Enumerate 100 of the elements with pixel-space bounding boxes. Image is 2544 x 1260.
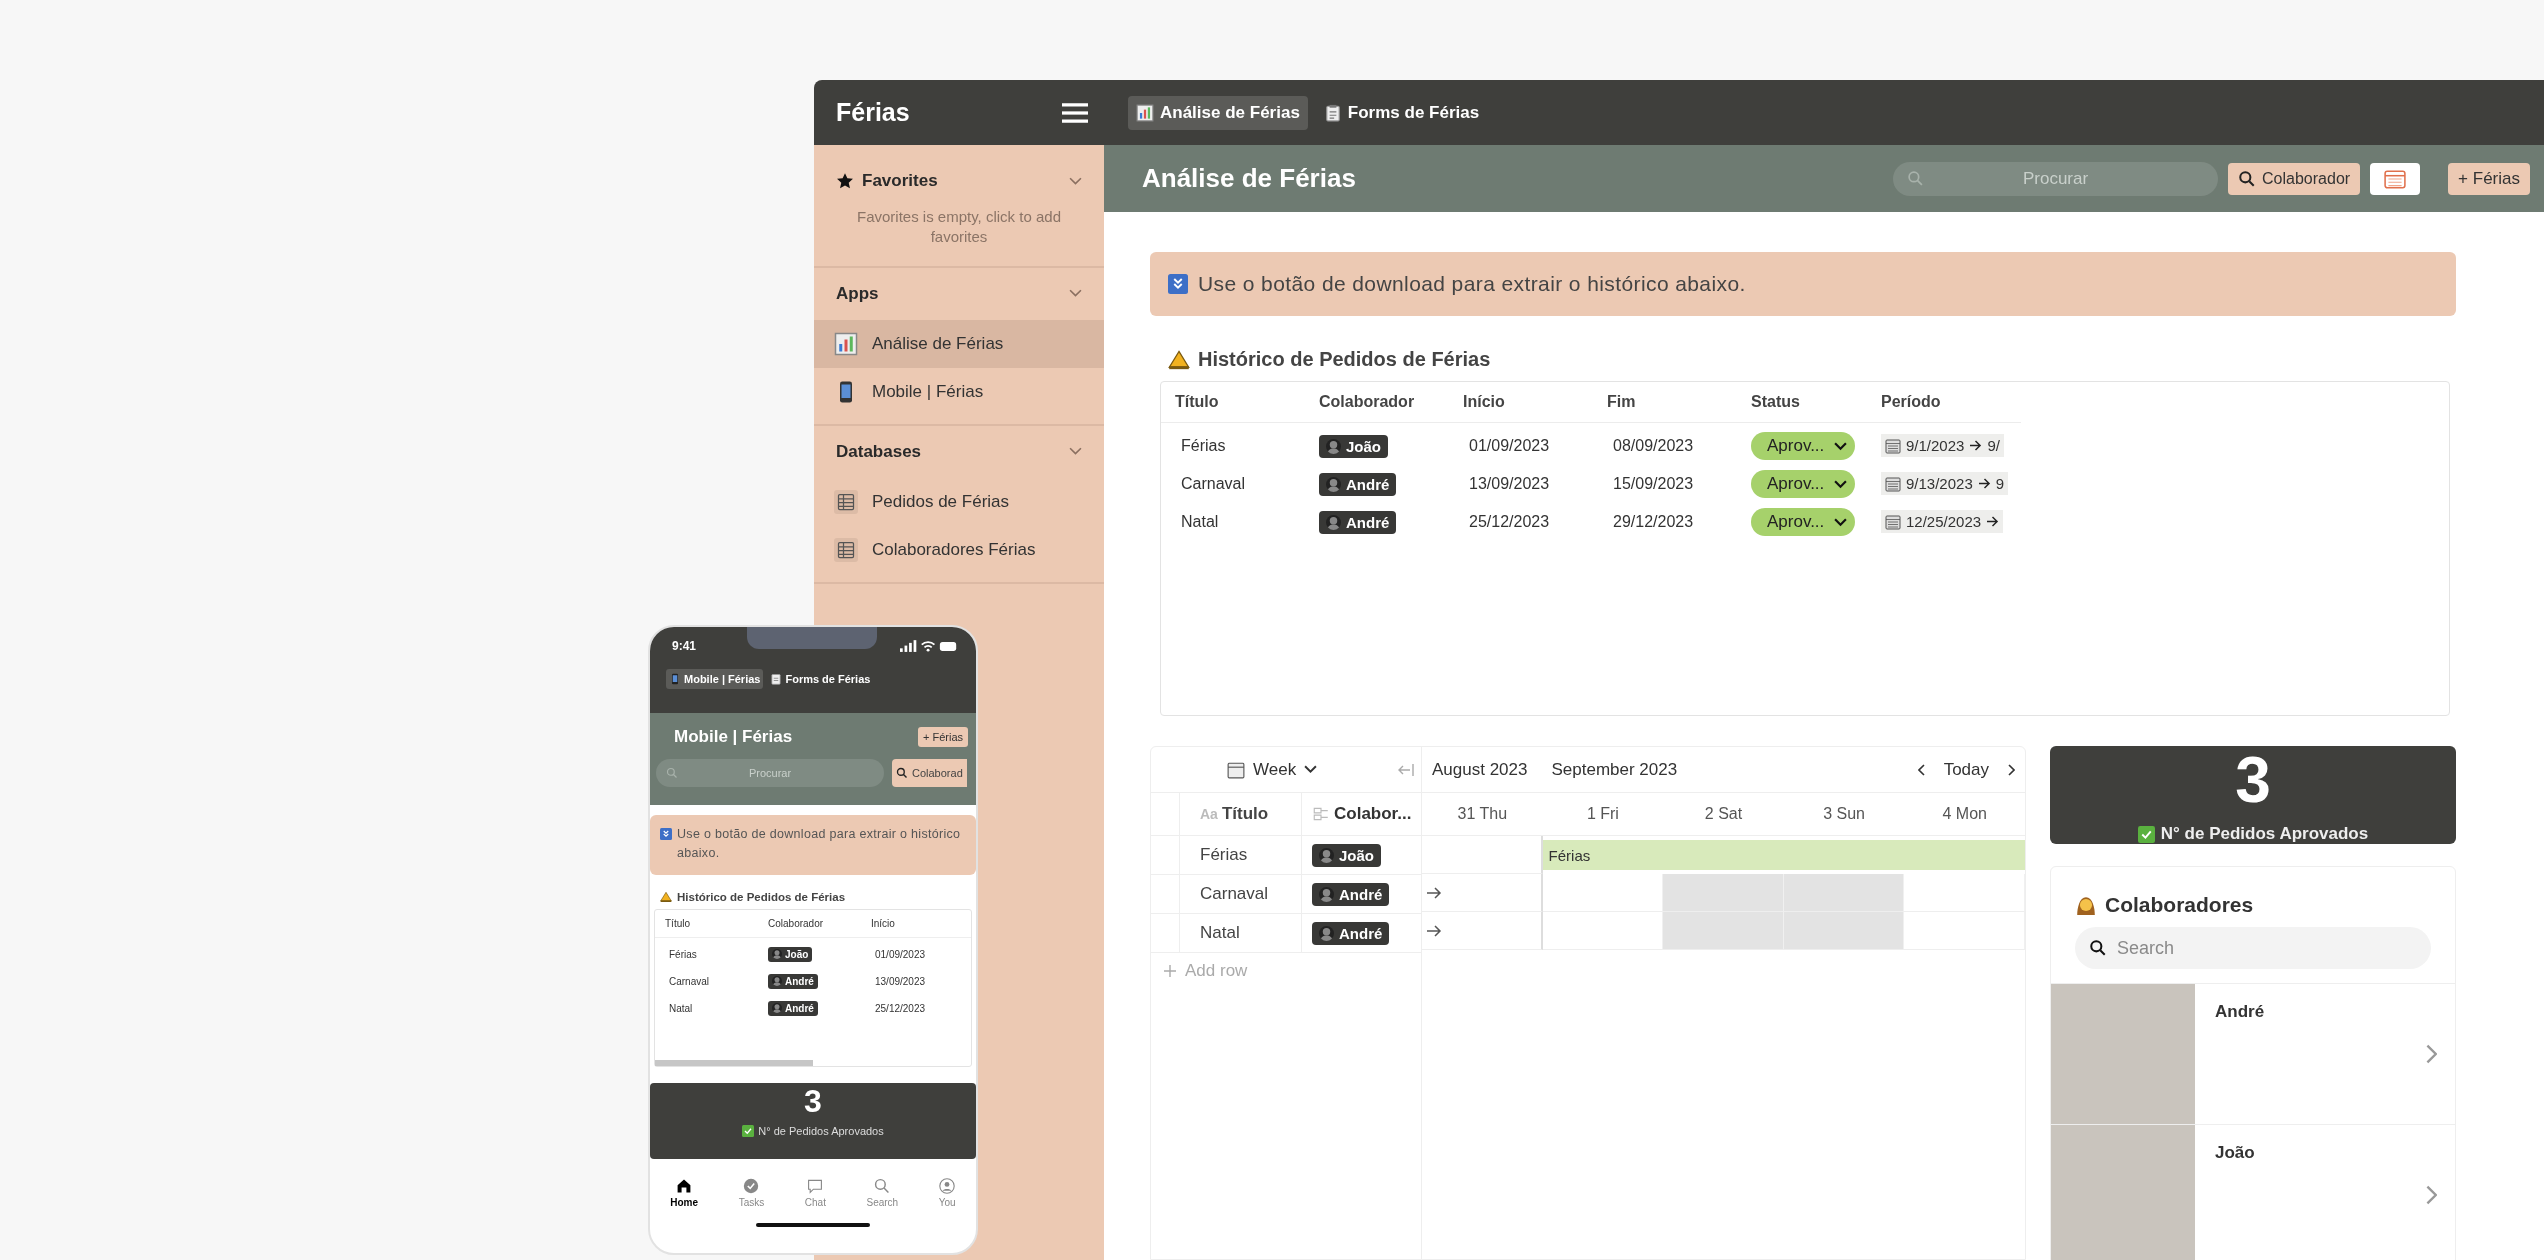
month-label: September 2023 (1551, 759, 1678, 780)
day-cell[interactable] (1542, 912, 1664, 950)
column-header[interactable]: Colaborador (1305, 393, 1449, 411)
chevron-right-icon[interactable] (2425, 1044, 2437, 1064)
table-icon (834, 489, 858, 514)
day-label: 1 Fri (1585, 805, 1620, 823)
section-title[interactable]: Favorites (862, 171, 1061, 191)
sidebar-item[interactable]: Pedidos de Férias (814, 477, 1104, 526)
day-cell[interactable] (1422, 874, 1543, 912)
timeline-bar[interactable]: Férias (1542, 840, 2025, 870)
column-header[interactable]: Aa Título (1180, 793, 1302, 835)
list-item[interactable]: André (2051, 983, 2455, 1124)
checkbox-icon (742, 1124, 755, 1137)
day-label: 2 Sat (1703, 805, 1744, 823)
person-tag: André (1319, 510, 1397, 534)
page-tab[interactable]: Forms de Férias (1315, 95, 1488, 130)
table-cell-text: Natal (1180, 513, 1220, 531)
nav-tab[interactable]: Chat (798, 1176, 832, 1209)
stat-label: N° de Pedidos Aprovados (2160, 824, 2369, 844)
status-dropdown[interactable]: Aprov... (1751, 432, 1856, 460)
day-cell[interactable] (1904, 912, 2025, 950)
day-cell[interactable] (1783, 912, 1905, 950)
table-cell-text: Férias (1180, 437, 1227, 455)
today-button[interactable]: Today (1937, 758, 1995, 781)
column-header[interactable]: Colaborador (758, 917, 861, 929)
previous-icon[interactable] (1917, 763, 1926, 776)
warning-icon (1168, 349, 1190, 370)
page-tab[interactable]: Forms de Férias (767, 669, 874, 689)
chevron-icon (1834, 479, 1848, 489)
nav-tab[interactable]: Tasks (732, 1176, 771, 1209)
sidebar-item[interactable]: Mobile | Férias (814, 367, 1104, 416)
chevron-icon[interactable] (1069, 289, 1082, 298)
arrow-icon[interactable] (1426, 923, 1442, 938)
sidebar-item[interactable]: Análise de Férias (814, 319, 1104, 368)
section-title: Histórico de Pedidos de Férias (1198, 348, 1491, 371)
table-cell-text: 08/09/2023 (1612, 437, 1695, 455)
month-label: August 2023 (1432, 759, 1528, 780)
chevron-icon (1834, 441, 1848, 451)
clipboard-icon (1323, 103, 1342, 122)
nav-tab[interactable]: Search (860, 1176, 905, 1209)
column-header[interactable]: Fim (1593, 393, 1737, 411)
app-title: Férias (836, 98, 910, 127)
day-cell[interactable] (1783, 874, 1905, 912)
calendar-icon (2384, 168, 2407, 189)
scrollbar[interactable] (655, 1059, 813, 1066)
person-tag: João (768, 946, 813, 962)
column-header[interactable]: Início (1449, 393, 1593, 411)
nav-tab[interactable]: Home (664, 1176, 705, 1209)
day-cell[interactable] (1904, 874, 2025, 912)
filter-button[interactable]: Colaborador (2228, 162, 2361, 195)
callout-text: Use o botão de download para extrair o histórico abaixo. (1198, 272, 1746, 296)
column-header[interactable]: Título (655, 917, 758, 929)
filter-button[interactable]: Colaborad (892, 759, 967, 787)
table-icon (834, 537, 858, 562)
day-cell[interactable] (1542, 874, 1664, 912)
calendar-icon (1885, 437, 1901, 454)
day-cell[interactable] (1422, 836, 1543, 874)
day-cell[interactable] (1663, 874, 1784, 912)
add-button[interactable]: + Férias (917, 727, 968, 747)
column-header[interactable]: Título (1161, 393, 1305, 411)
search-icon (2089, 939, 2107, 957)
chevron-right-icon[interactable] (2425, 1185, 2437, 1205)
table-cell-text: Natal (668, 1002, 694, 1014)
star-icon (836, 172, 854, 190)
add-button[interactable]: + Férias (2448, 162, 2530, 195)
search-field[interactable]: Procurar (656, 759, 884, 787)
view-dropdown[interactable]: Week (1221, 758, 1324, 781)
day-cell[interactable] (1663, 912, 1784, 950)
list-item[interactable]: João (2051, 1124, 2455, 1260)
bar-chart-icon (834, 331, 858, 356)
column-header[interactable]: Colabor... (1302, 793, 1421, 835)
arrow-icon[interactable] (1426, 885, 1442, 900)
day-label: 3 Sun (1822, 805, 1866, 823)
table-cell-text: 25/12/2023 (874, 1002, 927, 1014)
nav-tab[interactable]: You (932, 1176, 962, 1209)
table-cell: Natal (1180, 914, 1302, 952)
page-tab[interactable]: Mobile | Férias (666, 669, 764, 689)
chevron-icon[interactable] (1069, 447, 1082, 456)
status-dropdown[interactable]: Aprov... (1751, 508, 1856, 536)
menu-icon[interactable] (1062, 102, 1088, 123)
status-icons-drawing (900, 639, 958, 653)
column-header[interactable]: Período (1881, 393, 2021, 411)
collapse-icon[interactable] (1397, 762, 1415, 777)
search-icon (2238, 169, 2257, 188)
sidebar-item[interactable]: Colaboradores Férias (814, 525, 1104, 574)
person-tag: André (768, 1000, 818, 1016)
section-title[interactable]: Apps (836, 283, 1061, 304)
day-cell[interactable] (1422, 912, 1543, 950)
page-title: Mobile | Férias (674, 727, 793, 747)
next-icon[interactable] (2007, 763, 2015, 776)
column-header[interactable]: Status (1737, 393, 1881, 411)
section-title[interactable]: Databases (836, 441, 1061, 462)
chevron-icon[interactable] (1069, 176, 1082, 186)
page-tab[interactable]: Análise de Férias (1128, 95, 1308, 130)
status-dropdown[interactable]: Aprov... (1751, 470, 1856, 498)
search-field[interactable]: Search (2075, 927, 2431, 969)
column-header[interactable]: Início (861, 917, 964, 929)
calendar-button[interactable] (2370, 162, 2421, 195)
stat-value: 3 (2235, 748, 2271, 812)
search-field[interactable]: Procurar (1893, 161, 2219, 196)
